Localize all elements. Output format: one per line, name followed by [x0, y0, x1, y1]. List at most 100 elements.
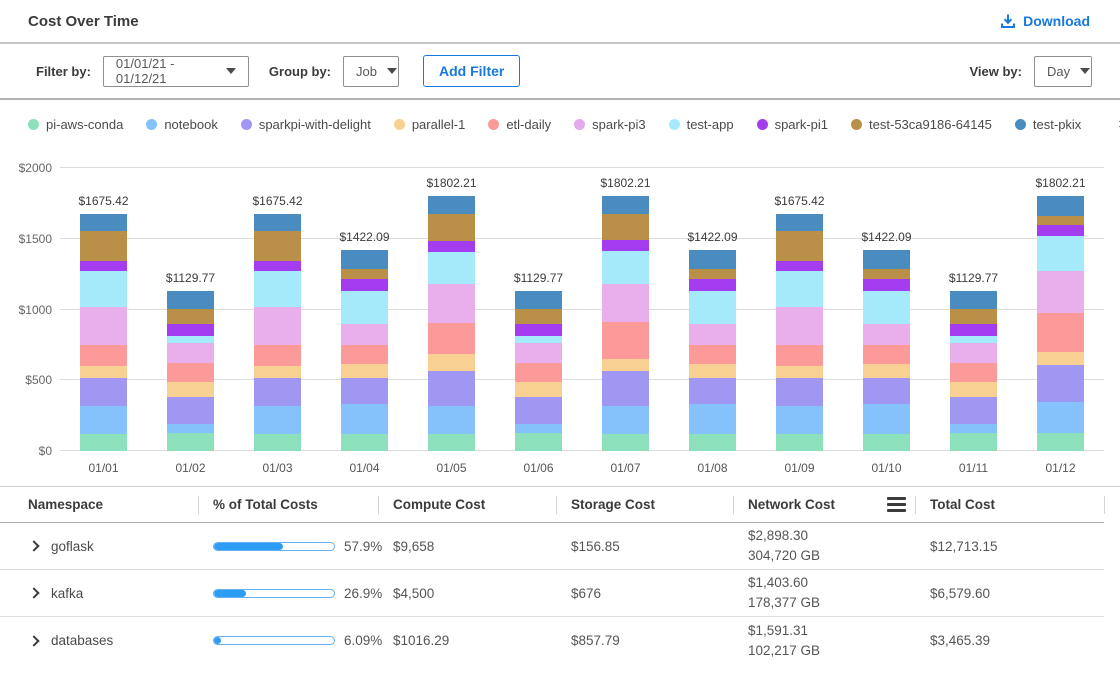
bar-segment-test-53ca9186-64145[interactable]	[167, 309, 214, 324]
stacked-bar-01/11[interactable]	[950, 291, 997, 451]
bar-segment-parallel-1[interactable]	[776, 366, 823, 378]
bar-segment-test-app[interactable]	[167, 336, 214, 343]
bar-segment-test-app[interactable]	[950, 336, 997, 343]
bar-segment-parallel-1[interactable]	[80, 366, 127, 378]
bar-segment-pi-aws-conda[interactable]	[80, 434, 127, 451]
bar-segment-test-app[interactable]	[515, 336, 562, 343]
bar-segment-spark-pi1[interactable]	[863, 279, 910, 291]
bar-segment-spark-pi1[interactable]	[1037, 225, 1084, 236]
bar-segment-sparkpi-with-delight[interactable]	[428, 371, 475, 406]
namespace-cell[interactable]: databases	[0, 617, 198, 664]
bar-segment-etl-daily[interactable]	[1037, 313, 1084, 352]
bar-segment-spark-pi3[interactable]	[863, 324, 910, 345]
expand-chevron-icon[interactable]	[28, 587, 39, 598]
stacked-bar-01/12[interactable]	[1037, 196, 1084, 451]
bar-segment-test-app[interactable]	[341, 291, 388, 324]
bar-segment-test-53ca9186-64145[interactable]	[428, 214, 475, 241]
bar-segment-parallel-1[interactable]	[428, 354, 475, 371]
stacked-bar-01/06[interactable]	[515, 291, 562, 451]
bar-segment-parallel-1[interactable]	[1037, 352, 1084, 365]
bar-segment-test-pkix[interactable]	[776, 214, 823, 231]
bar-segment-test-app[interactable]	[80, 271, 127, 307]
bar-segment-test-53ca9186-64145[interactable]	[254, 231, 301, 260]
bar-segment-notebook[interactable]	[602, 406, 649, 434]
legend-item-etl-daily[interactable]: etl-daily	[488, 117, 551, 132]
bar-segment-notebook[interactable]	[341, 404, 388, 433]
namespace-cell[interactable]: goflask	[0, 523, 198, 569]
column-header-total-cost[interactable]: Total Cost	[915, 487, 1104, 522]
bar-segment-test-pkix[interactable]	[602, 196, 649, 214]
bar-segment-etl-daily[interactable]	[689, 345, 736, 364]
bar-segment-spark-pi3[interactable]	[167, 343, 214, 363]
bar-segment-test-53ca9186-64145[interactable]	[1037, 216, 1084, 225]
bar-segment-notebook[interactable]	[428, 406, 475, 434]
stacked-bar-01/01[interactable]	[80, 214, 127, 451]
bar-segment-spark-pi3[interactable]	[950, 343, 997, 363]
bar-segment-test-app[interactable]	[863, 291, 910, 324]
bar-segment-test-53ca9186-64145[interactable]	[863, 269, 910, 279]
bar-segment-etl-daily[interactable]	[80, 345, 127, 366]
bar-segment-spark-pi1[interactable]	[254, 261, 301, 271]
bar-segment-spark-pi1[interactable]	[80, 261, 127, 271]
bar-segment-parallel-1[interactable]	[689, 364, 736, 378]
bar-segment-spark-pi1[interactable]	[167, 324, 214, 336]
bar-segment-pi-aws-conda[interactable]	[515, 433, 562, 451]
bar-segment-test-pkix[interactable]	[80, 214, 127, 231]
stacked-bar-01/03[interactable]	[254, 214, 301, 451]
bar-segment-sparkpi-with-delight[interactable]	[689, 378, 736, 404]
bar-segment-spark-pi3[interactable]	[776, 307, 823, 345]
bar-segment-sparkpi-with-delight[interactable]	[776, 378, 823, 406]
bar-segment-sparkpi-with-delight[interactable]	[167, 397, 214, 424]
bar-segment-pi-aws-conda[interactable]	[1037, 433, 1084, 451]
bar-segment-spark-pi1[interactable]	[950, 324, 997, 336]
bar-segment-notebook[interactable]	[515, 424, 562, 433]
bar-segment-spark-pi1[interactable]	[341, 279, 388, 291]
bar-segment-spark-pi3[interactable]	[428, 284, 475, 322]
bar-segment-test-53ca9186-64145[interactable]	[950, 309, 997, 324]
bar-segment-test-app[interactable]	[602, 251, 649, 284]
bar-segment-test-pkix[interactable]	[428, 196, 475, 214]
bar-segment-pi-aws-conda[interactable]	[863, 434, 910, 451]
legend-item-test-app[interactable]: test-app	[669, 117, 734, 132]
column-header-pct-total-costs[interactable]: % of Total Costs	[198, 487, 378, 522]
legend-item-test-53ca9186-64145[interactable]: test-53ca9186-64145	[851, 117, 992, 132]
bar-segment-test-pkix[interactable]	[341, 250, 388, 269]
bar-segment-etl-daily[interactable]	[428, 323, 475, 355]
column-menu-icon[interactable]	[887, 497, 906, 512]
bar-segment-etl-daily[interactable]	[602, 322, 649, 359]
bar-segment-test-pkix[interactable]	[1037, 196, 1084, 216]
bar-segment-spark-pi3[interactable]	[689, 324, 736, 345]
bar-segment-test-53ca9186-64145[interactable]	[80, 231, 127, 260]
bar-segment-pi-aws-conda[interactable]	[602, 434, 649, 451]
legend-item-pi-aws-conda[interactable]: pi-aws-conda	[28, 117, 123, 132]
legend-item-sparkpi-with-delight[interactable]: sparkpi-with-delight	[241, 117, 371, 132]
bar-segment-test-pkix[interactable]	[863, 250, 910, 269]
column-header-namespace[interactable]: Namespace	[0, 487, 198, 522]
bar-segment-notebook[interactable]	[80, 406, 127, 434]
bar-segment-sparkpi-with-delight[interactable]	[1037, 365, 1084, 403]
bar-segment-sparkpi-with-delight[interactable]	[950, 397, 997, 424]
bar-segment-spark-pi3[interactable]	[254, 307, 301, 345]
bar-segment-spark-pi3[interactable]	[341, 324, 388, 345]
bar-segment-test-pkix[interactable]	[950, 291, 997, 309]
bar-segment-test-pkix[interactable]	[167, 291, 214, 309]
bar-segment-sparkpi-with-delight[interactable]	[863, 378, 910, 404]
bar-segment-test-app[interactable]	[428, 252, 475, 284]
add-filter-button[interactable]: Add Filter	[423, 55, 520, 87]
legend-item-spark-pi3[interactable]: spark-pi3	[574, 117, 645, 132]
bar-segment-test-app[interactable]	[776, 271, 823, 307]
bar-segment-notebook[interactable]	[689, 404, 736, 433]
bar-segment-notebook[interactable]	[776, 406, 823, 434]
bar-segment-pi-aws-conda[interactable]	[776, 434, 823, 451]
column-header-storage-cost[interactable]: Storage Cost	[556, 487, 733, 522]
bar-segment-spark-pi1[interactable]	[515, 324, 562, 336]
bar-segment-etl-daily[interactable]	[167, 363, 214, 382]
bar-segment-test-53ca9186-64145[interactable]	[776, 231, 823, 260]
bar-segment-notebook[interactable]	[863, 404, 910, 433]
stacked-bar-01/04[interactable]	[341, 250, 388, 451]
legend-item-notebook[interactable]: notebook	[146, 117, 218, 132]
bar-segment-pi-aws-conda[interactable]	[167, 433, 214, 451]
bar-segment-etl-daily[interactable]	[863, 345, 910, 364]
bar-segment-pi-aws-conda[interactable]	[341, 434, 388, 451]
stacked-bar-01/08[interactable]	[689, 250, 736, 451]
